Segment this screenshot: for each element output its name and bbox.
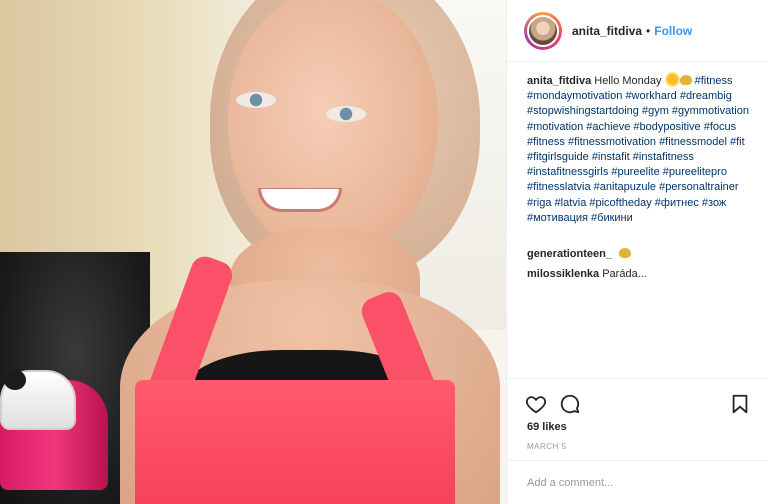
follow-button[interactable]: Follow [654,24,692,38]
avatar-photo [527,14,559,47]
bookmark-icon[interactable] [729,393,751,415]
header-separator: • [646,23,651,38]
pink-tank-top [135,380,455,504]
author-username[interactable]: anita_fitdiva [572,24,642,38]
smile [258,188,342,212]
comment-username[interactable]: milossiklenka [527,268,599,280]
flexed-biceps-emoji-icon [679,75,692,85]
comment-text: Paráda... [602,268,647,280]
comment-2: milossiklenka Paráda... [527,268,647,280]
left-eye [236,92,276,108]
comment-username[interactable]: generationteen_ [527,248,612,260]
right-eye [326,106,366,122]
post-sidebar: anita_fitdiva • Follow anita_fitdiva Hel… [506,0,768,504]
face [228,0,438,260]
avatar[interactable] [524,11,562,50]
caption-hashtags[interactable]: #fitness #mondaymotivation #workhard #dr… [527,75,749,224]
heart-icon[interactable] [525,393,547,415]
post-photo[interactable] [0,0,506,504]
comment-input[interactable]: Add a comment... [507,460,768,504]
caption-username[interactable]: anita_fitdiva [527,75,591,87]
action-bar [507,378,768,426]
sun-emoji-icon [666,74,678,85]
comment-icon[interactable] [559,393,581,415]
post-header: anita_fitdiva • Follow [507,0,768,62]
caption: anita_fitdiva Hello Monday #fitness #mon… [527,74,763,226]
comment-1: generationteen_ [527,248,634,260]
flexed-biceps-emoji-icon [619,248,632,258]
header-text: anita_fitdiva • Follow [572,24,692,38]
caption-text: Hello Monday [594,75,662,87]
likes-count[interactable]: 69 likes [527,421,567,433]
post-date: MARCH 5 [527,442,567,451]
bottle-spout [4,370,26,390]
